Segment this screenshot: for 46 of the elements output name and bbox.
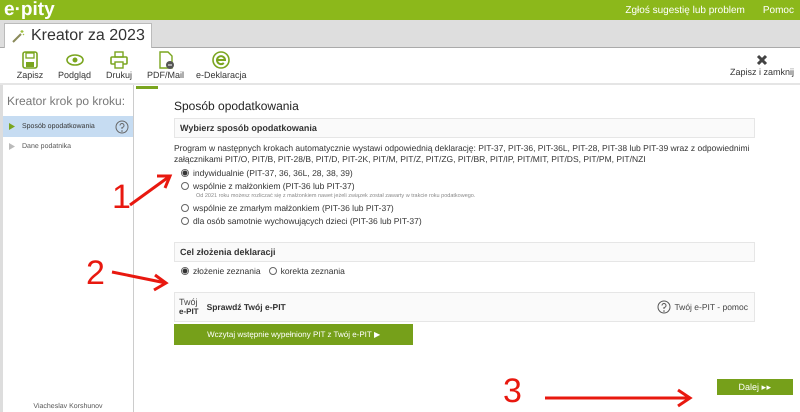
toolbar-button[interactable]: Zapisz xyxy=(10,51,50,80)
epit-title: Sprawdź Twój e-PIT xyxy=(206,302,287,312)
toolbar-button[interactable]: Podgląd xyxy=(54,51,96,80)
section-title: Sposób opodatkowania xyxy=(174,99,300,113)
progress-strip xyxy=(136,86,158,89)
radio-button[interactable] xyxy=(181,204,189,212)
section-heading: Wybierz sposób opodatkowania xyxy=(174,118,755,138)
description-text: Program w następnych krokach automatycznie wystawi odpowiednią deklarację: PIT-37, PIT-36, PIT-36L, PIT-28, PIT-38 lub PIT-39 wraz z odpowiednimi załącznikami PIT/O, PIT/B, PIT-28/B, PIT/D, PIT-2K, PIT/M, PIT/Z, PIT/ZG, PIT/BR, PIT/IP, PIT/MIT, PIT/DS, PIT/PM, PIT/NZI xyxy=(174,143,750,165)
eye-icon xyxy=(66,51,84,69)
annotation-number: 3 xyxy=(503,374,522,408)
radio-button[interactable] xyxy=(181,182,189,190)
circle-e-icon xyxy=(212,51,230,69)
logo-text: Twój xyxy=(179,298,199,307)
help-icon xyxy=(657,300,672,314)
radio-option[interactable]: korekta zeznania xyxy=(268,266,345,276)
wand-icon xyxy=(11,29,25,43)
sidebar-title: Kreator krok po kroku: xyxy=(6,93,126,110)
toolbar-button[interactable]: e-Deklaracja xyxy=(192,51,251,80)
help-icon xyxy=(115,120,129,134)
radio-button[interactable] xyxy=(181,169,189,177)
radio-option[interactable]: wspólnie ze zmarłym małżonkiem (PIT-36 lub PIT-37) xyxy=(181,203,755,213)
annotation-number: 2 xyxy=(86,256,105,290)
toolbar-button[interactable]: PDF/Mail xyxy=(143,51,188,80)
help-link[interactable]: Twój e-PIT - pomoc xyxy=(657,300,748,314)
arrow xyxy=(129,174,172,206)
tab[interactable]: Kreator za 2023 xyxy=(4,23,152,48)
arrow xyxy=(112,270,169,292)
tab-title: Kreator za 2023 xyxy=(31,27,145,45)
annotation-number: 1 xyxy=(112,180,131,214)
radio-option[interactable]: indywidualnie (PIT-37, 36, 36L, 28, 38, 39) xyxy=(181,168,755,178)
radio-option[interactable]: wspólnie z małżonkiem (PIT-36 lub PIT-37) xyxy=(181,181,755,191)
radio-button[interactable] xyxy=(181,267,189,275)
logo-text: e-PIT xyxy=(179,307,199,316)
play-icon xyxy=(9,123,15,130)
play-icon xyxy=(9,143,15,150)
radio-button[interactable] xyxy=(181,217,189,225)
close-button[interactable]: Zapisz i zamknij xyxy=(726,54,798,77)
toolbar-button[interactable]: Drukuj xyxy=(99,51,140,80)
close-icon xyxy=(756,54,768,66)
section-heading: Cel złożenia deklaracji xyxy=(174,242,755,262)
radio-button[interactable] xyxy=(268,267,277,275)
radio-option[interactable]: dla osób samotnie wychowujących dzieci (PIT-36 lub PIT-37) xyxy=(181,216,755,226)
logo: e·pity xyxy=(4,0,55,20)
document-icon xyxy=(156,51,175,69)
printer-icon xyxy=(110,51,128,69)
radio-option[interactable]: złożenie zeznania xyxy=(181,266,261,276)
